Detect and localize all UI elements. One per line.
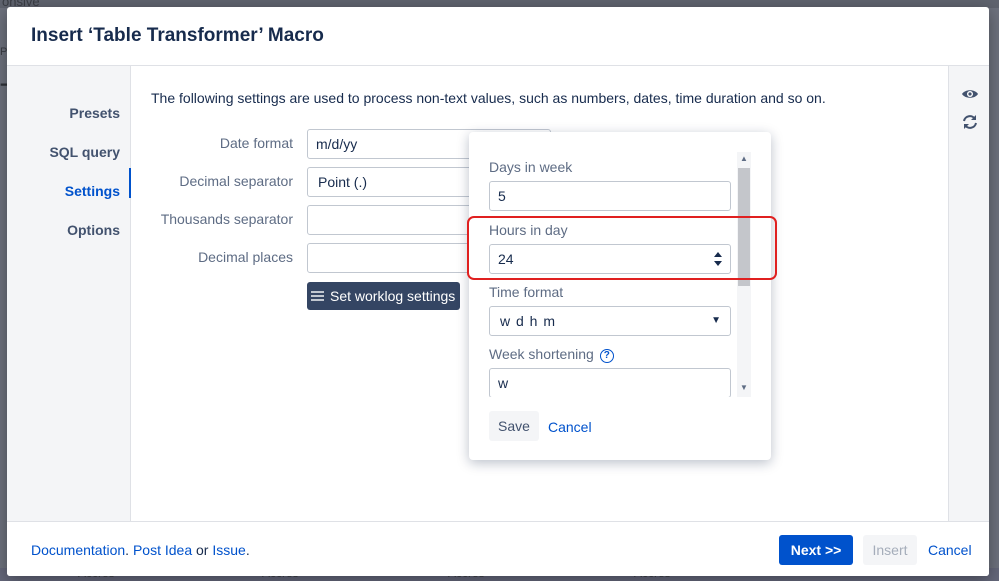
scroll-down-icon[interactable]: ▼ <box>740 383 748 392</box>
menu-icon <box>311 291 324 301</box>
nav-item-presets[interactable]: Presets <box>69 105 120 121</box>
post-idea-link[interactable]: Post Idea <box>133 542 192 558</box>
dropdown-arrow-icon: ▼ <box>711 315 722 326</box>
highlight-annotation <box>467 216 777 280</box>
week-shortening-label: Week shortening? <box>489 346 614 363</box>
worklog-settings-popup: Days in week 5 Hours in day 24 Time form… <box>469 132 771 460</box>
days-in-week-label: Days in week <box>489 159 573 175</box>
footer-period: . <box>245 542 250 558</box>
eye-icon[interactable] <box>961 85 979 103</box>
issue-link[interactable]: Issue <box>212 542 245 558</box>
thousands-separator-label: Thousands separator <box>160 211 293 227</box>
preview-sidebar <box>948 66 989 521</box>
scroll-up-icon[interactable]: ▲ <box>740 154 748 163</box>
dialog-footer: Documentation. Post Idea or Issue. Next … <box>7 521 989 576</box>
save-button[interactable]: Save <box>489 411 539 441</box>
set-worklog-settings-label: Set worklog settings <box>330 288 456 304</box>
refresh-icon[interactable] <box>961 113 979 131</box>
cancel-button[interactable]: Cancel <box>928 542 972 558</box>
footer-or: or <box>196 542 209 558</box>
week-shortening-label-text: Week shortening <box>489 346 594 362</box>
time-format-select[interactable]: w d h m ▼ <box>489 306 731 336</box>
time-format-value: w d h m <box>500 313 557 329</box>
footer-links: Documentation. Post Idea or Issue. <box>31 542 250 558</box>
decimal-separator-label: Decimal separator <box>179 173 293 189</box>
date-format-label: Date format <box>219 135 293 151</box>
week-shortening-input[interactable]: w <box>489 368 731 397</box>
set-worklog-settings-button[interactable]: Set worklog settings <box>307 282 460 310</box>
decimal-places-label: Decimal places <box>198 249 293 265</box>
help-icon[interactable]: ? <box>599 349 614 363</box>
days-in-week-input[interactable]: 5 <box>489 181 731 211</box>
documentation-link[interactable]: Documentation <box>31 542 125 558</box>
dialog-title: Insert ‘Table Transformer’ Macro <box>31 25 324 46</box>
nav-item-options[interactable]: Options <box>67 222 120 238</box>
settings-nav: Presets SQL query Settings Options <box>7 66 131 521</box>
nav-item-sql-query[interactable]: SQL query <box>49 144 120 160</box>
nav-item-settings[interactable]: Settings <box>65 183 120 199</box>
popup-cancel-button[interactable]: Cancel <box>548 419 592 435</box>
next-button[interactable]: Next >> <box>779 535 853 565</box>
time-format-label: Time format <box>489 284 564 300</box>
dialog-header: Insert ‘Table Transformer’ Macro <box>7 7 989 66</box>
insert-button[interactable]: Insert <box>863 535 917 565</box>
settings-intro: The following settings are used to proce… <box>151 90 826 106</box>
footer-separator: . <box>125 542 130 558</box>
